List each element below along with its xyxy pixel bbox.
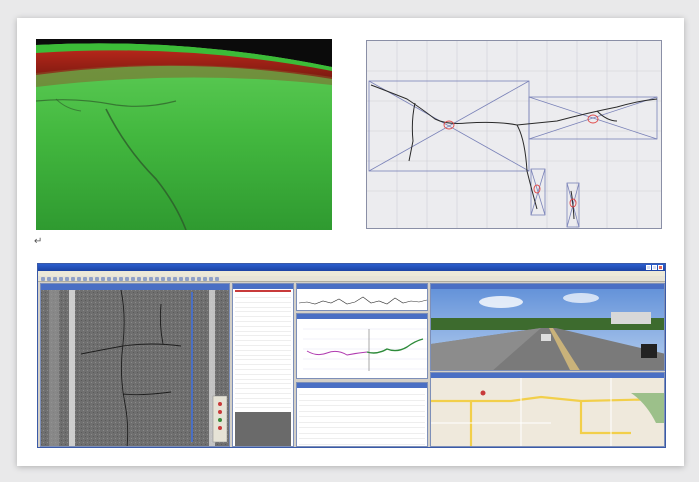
- layer-list-pane: [232, 283, 294, 447]
- table-row[interactable]: [299, 407, 425, 412]
- toolbar-button[interactable]: [209, 277, 213, 281]
- toolbar-button[interactable]: [113, 277, 117, 281]
- crack-map-panel: [366, 40, 662, 229]
- toolbar-button[interactable]: [83, 277, 87, 281]
- toolbar-button[interactable]: [59, 277, 63, 281]
- toolbar-button[interactable]: [197, 277, 201, 281]
- list-item[interactable]: [235, 403, 291, 409]
- toolbar-button[interactable]: [41, 277, 45, 281]
- data-table-pane: [296, 382, 428, 447]
- table-row[interactable]: [299, 396, 425, 401]
- return-glyph: ↵: [34, 236, 43, 247]
- toolbar-button[interactable]: [65, 277, 69, 281]
- toolbar-button[interactable]: [203, 277, 207, 281]
- pavement-image-pane: [40, 283, 230, 447]
- toolbar-button[interactable]: [173, 277, 177, 281]
- toolbar-button[interactable]: [89, 277, 93, 281]
- window-title-bar: [38, 264, 665, 271]
- table-row[interactable]: [299, 418, 425, 423]
- toolbar-button[interactable]: [101, 277, 105, 281]
- toolbar: [38, 276, 665, 282]
- pane-header: [233, 284, 293, 289]
- table-row[interactable]: [299, 440, 425, 445]
- table-row[interactable]: [299, 412, 425, 417]
- inspection-software-window: [37, 263, 666, 448]
- toolbar-button[interactable]: [155, 277, 159, 281]
- toolbar-button[interactable]: [95, 277, 99, 281]
- pavement-thumbnail: [235, 412, 291, 446]
- toolbar-button[interactable]: [107, 277, 111, 281]
- table-row[interactable]: [299, 401, 425, 406]
- pane-header: [297, 383, 427, 388]
- toolbar-button[interactable]: [143, 277, 147, 281]
- toolbar-button[interactable]: [47, 277, 51, 281]
- pavement-3d-surface-image: [36, 39, 332, 230]
- profile-chart-top: [296, 283, 428, 311]
- profile-chart-main: [296, 313, 428, 379]
- close-button[interactable]: [658, 265, 663, 270]
- street-view-pane: [430, 283, 665, 371]
- minimize-button[interactable]: [646, 265, 651, 270]
- table-row[interactable]: [299, 390, 425, 395]
- toolbar-button[interactable]: [191, 277, 195, 281]
- toolbar-button[interactable]: [125, 277, 129, 281]
- table-row[interactable]: [299, 429, 425, 434]
- toolbar-button[interactable]: [149, 277, 153, 281]
- maximize-button[interactable]: [652, 265, 657, 270]
- toolbar-button[interactable]: [161, 277, 165, 281]
- toolbar-button[interactable]: [53, 277, 57, 281]
- toolbar-button[interactable]: [179, 277, 183, 281]
- selected-row-highlight: [235, 290, 291, 292]
- table-row[interactable]: [299, 434, 425, 439]
- map-pane: [430, 372, 665, 447]
- toolbar-button[interactable]: [167, 277, 171, 281]
- toolbar-button[interactable]: [119, 277, 123, 281]
- toolbar-button[interactable]: [185, 277, 189, 281]
- table-row[interactable]: [299, 423, 425, 428]
- toolbar-button[interactable]: [215, 277, 219, 281]
- toolbar-button[interactable]: [71, 277, 75, 281]
- toolbar-button[interactable]: [77, 277, 81, 281]
- toolbar-button[interactable]: [131, 277, 135, 281]
- toolbar-button[interactable]: [137, 277, 141, 281]
